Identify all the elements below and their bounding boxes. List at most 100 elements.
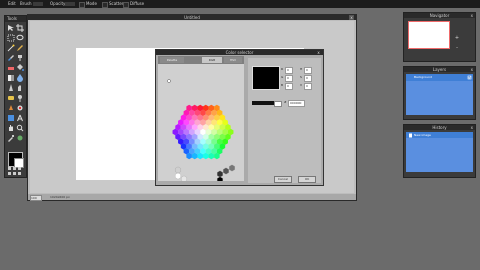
label-r: R xyxy=(281,67,284,71)
field-v[interactable]: 0 xyxy=(304,83,312,90)
brush-label: Brush xyxy=(20,1,32,6)
status-bar: 100 1024x600 px xyxy=(28,194,356,201)
zoom-out-button[interactable]: - xyxy=(454,45,460,51)
smudge-tool-icon[interactable] xyxy=(16,84,24,92)
previous-color-bar xyxy=(274,101,282,107)
label-v: V xyxy=(300,83,303,87)
history-list xyxy=(406,138,473,172)
navigator-thumbnail[interactable] xyxy=(408,21,450,49)
mode-label: Mode xyxy=(86,1,97,6)
diffuse-label: Diffuse xyxy=(130,1,145,6)
label-s: S xyxy=(300,75,302,79)
history-title-text: History xyxy=(432,125,447,130)
brush-dropdown[interactable] xyxy=(33,2,43,6)
color-dialog-close-button[interactable]: x xyxy=(316,50,321,55)
layers-title-text: Layers xyxy=(432,67,447,72)
marquee-tool-icon[interactable] xyxy=(7,34,15,42)
cancel-button[interactable]: Cancel xyxy=(274,176,292,183)
zoom-field[interactable]: 100 xyxy=(30,195,42,201)
document-close-button[interactable]: x xyxy=(349,15,354,20)
color-selector-dialog: Color selector x Palette RGB HSV R 0 G 0… xyxy=(155,49,324,186)
layer-name: Background xyxy=(414,75,432,79)
shape-tool-icon[interactable] xyxy=(7,114,15,122)
image-dimensions: 1024x600 px xyxy=(50,195,70,199)
gradient-tool-icon[interactable] xyxy=(7,74,15,82)
color-hexagon-picker[interactable] xyxy=(158,64,244,181)
field-r[interactable]: 0 xyxy=(285,67,293,74)
eyedropper-tool-icon[interactable] xyxy=(7,134,15,142)
navigator-close-button[interactable]: x xyxy=(471,13,473,18)
tab-rgb[interactable]: RGB xyxy=(202,57,222,63)
brush-tool-icon[interactable] xyxy=(7,54,15,62)
pencil-tool-icon[interactable] xyxy=(16,44,24,52)
field-h[interactable]: 0 xyxy=(304,67,312,74)
color-preview xyxy=(252,66,280,90)
layer-visibility-icon[interactable] xyxy=(467,75,472,80)
navigator-title-text: Navigator xyxy=(429,13,450,18)
history-panel: History x New image xyxy=(403,124,476,178)
history-item-label: New image xyxy=(414,133,431,137)
label-h: H xyxy=(300,67,303,71)
hex-field[interactable]: 000000 xyxy=(288,100,305,107)
blur-tool-icon[interactable] xyxy=(16,74,24,82)
wand-tool-icon[interactable] xyxy=(7,44,15,52)
color-dialog-title: Color selector xyxy=(156,50,323,55)
burn-tool-icon[interactable] xyxy=(7,104,15,112)
hand-tool-icon[interactable] xyxy=(7,124,15,132)
mode-checkbox[interactable] xyxy=(79,2,85,8)
grey-hex-cell[interactable] xyxy=(217,176,223,181)
redeye-tool-icon[interactable] xyxy=(16,104,24,112)
color-tabs: Palette RGB HSV xyxy=(158,56,244,64)
tools-panel: Tools xyxy=(4,15,27,178)
field-s[interactable]: 0 xyxy=(304,75,312,82)
tab-palette[interactable]: Palette xyxy=(160,57,184,63)
layers-close-button[interactable]: x xyxy=(471,67,473,72)
lasso-tool-icon[interactable] xyxy=(16,34,24,42)
history-title: History x xyxy=(404,125,475,130)
navigator-title: Navigator x xyxy=(404,13,475,18)
field-g[interactable]: 0 xyxy=(285,75,293,82)
grey-hex-cell[interactable] xyxy=(217,170,223,178)
hex-label: # xyxy=(284,100,287,104)
opacity-label: Opacity xyxy=(50,1,66,6)
grey-hex-cell[interactable] xyxy=(175,172,181,180)
scatter-checkbox[interactable] xyxy=(102,2,108,8)
grey-hex-cell[interactable] xyxy=(175,166,181,174)
label-g: G xyxy=(281,75,284,79)
grey-hex-cell[interactable] xyxy=(181,175,187,181)
history-close-button[interactable]: x xyxy=(471,125,473,130)
grey-hex-cell[interactable] xyxy=(229,164,235,172)
current-color-bar xyxy=(252,101,274,105)
field-b[interactable]: 0 xyxy=(285,83,293,90)
zoom-tool-icon[interactable] xyxy=(16,124,24,132)
bucket-tool-icon[interactable] xyxy=(16,64,24,72)
layers-title: Layers x xyxy=(404,67,475,72)
dodge-tool-icon[interactable] xyxy=(16,94,24,102)
opacity-dropdown[interactable] xyxy=(65,2,75,6)
layers-panel: Layers x Background xyxy=(403,66,476,120)
document-title: Untitled xyxy=(28,15,356,20)
color-grid-icon[interactable] xyxy=(8,167,22,175)
tab-hsv[interactable]: HSV xyxy=(224,57,242,63)
diffuse-checkbox[interactable] xyxy=(123,2,129,8)
navigator-panel: Navigator x + - xyxy=(403,12,476,62)
eraser-tool-icon[interactable] xyxy=(7,64,15,72)
new-image-icon xyxy=(409,133,412,138)
crop-tool-icon[interactable] xyxy=(16,24,24,32)
sharpen-tool-icon[interactable] xyxy=(7,84,15,92)
sponge-tool-icon[interactable] xyxy=(7,94,15,102)
move-tool-icon[interactable] xyxy=(7,24,15,32)
color-picker-panel xyxy=(158,64,244,181)
ok-button[interactable]: OK xyxy=(298,176,316,183)
picker-cursor-icon xyxy=(167,79,171,83)
layer-row-background[interactable]: Background xyxy=(406,74,473,81)
replace-color-tool-icon[interactable] xyxy=(16,134,24,142)
color-values-panel: R 0 G 0 B 0 H 0 S 0 V 0 # 000000 Cancel … xyxy=(248,58,321,183)
zoom-in-button[interactable]: + xyxy=(454,35,460,41)
text-tool-icon[interactable] xyxy=(16,114,24,122)
grey-hex-cell[interactable] xyxy=(223,167,229,175)
clone-tool-icon[interactable] xyxy=(16,54,24,62)
menu-edit[interactable]: Edit xyxy=(8,1,16,7)
tools-title: Tools xyxy=(5,16,26,22)
layers-list xyxy=(406,81,473,115)
